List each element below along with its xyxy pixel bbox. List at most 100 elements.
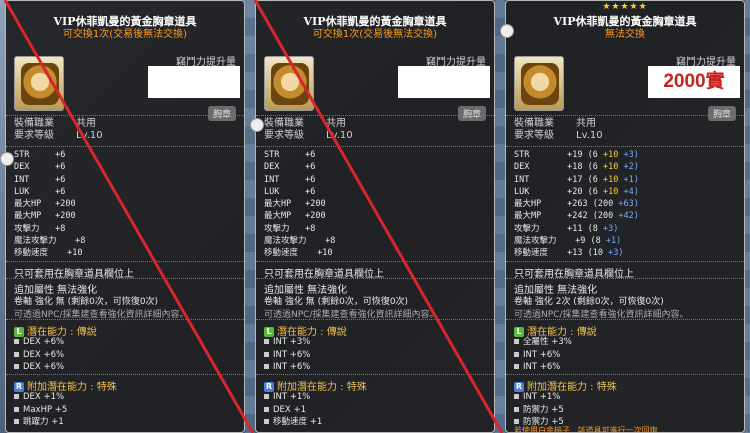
divider bbox=[256, 374, 494, 375]
bonus-potential-lines: INT +1% 防禦力 +5 防禦力 +5 bbox=[514, 391, 564, 429]
medal-icon bbox=[521, 63, 559, 105]
stat-row: 魔法攻擊力 +9 (8 +1) bbox=[514, 236, 622, 247]
divider bbox=[506, 319, 744, 320]
hand-cursor-icon bbox=[0, 152, 14, 166]
bullet-icon bbox=[514, 364, 519, 369]
bullet-icon bbox=[514, 419, 519, 424]
price-box bbox=[398, 66, 490, 98]
stat-row: 最大HP +263 (200 +63) bbox=[514, 199, 639, 210]
bullet-icon bbox=[264, 351, 269, 357]
footer-note: 若使用白金槌子...該道具可進行一次回復 bbox=[514, 426, 658, 433]
background-strip bbox=[245, 0, 255, 433]
scroll-info: 卷軸 強化 2次 (剩餘0次，可恢復0次) bbox=[514, 297, 664, 307]
requirements: 裝備職業 共用 要求等級 Lv.10 bbox=[14, 118, 103, 142]
trade-status: 可交換1次(交易後無法交換) bbox=[62, 29, 188, 40]
slot-badge: 胸章 bbox=[207, 106, 236, 121]
slot-badge: 胸章 bbox=[707, 106, 736, 121]
stat-row: 魔法攻擊力 +8 bbox=[14, 236, 86, 247]
potential-lines: INT +3% INT +6% INT +6% bbox=[264, 336, 310, 374]
stat-row: STR +6 bbox=[14, 150, 66, 160]
scroll-info: 卷軸 強化 無 (剩餘0次，可恢復0次) bbox=[264, 297, 409, 307]
star-rating: ★★★★★ bbox=[602, 2, 648, 12]
item-title: VIP休菲凱曼的黃金胸章道具 bbox=[53, 15, 197, 28]
req-level-value: Lv.10 bbox=[576, 130, 603, 141]
bonus-potential-lines: INT +1% DEX +1 移動速度 +1 bbox=[264, 391, 322, 429]
stat-row: 攻擊力 +11 (8 +3) bbox=[514, 223, 619, 234]
stat-row: 最大MP +200 bbox=[14, 211, 76, 222]
bullet-icon bbox=[514, 351, 519, 357]
divider bbox=[256, 319, 494, 320]
req-level-label: 要求等級 bbox=[14, 130, 54, 141]
bullet-icon bbox=[14, 351, 19, 357]
stat-row: DEX +18 (6 +10 +2) bbox=[514, 162, 639, 173]
stat-row: DEX +6 bbox=[264, 162, 316, 173]
slot-badge: 胸章 bbox=[457, 106, 486, 121]
req-job-label: 裝備職業 bbox=[264, 118, 304, 129]
requirements: 裝備職業 共用 要求等級 Lv.10 bbox=[264, 118, 353, 142]
medal-icon bbox=[21, 63, 59, 105]
stat-row: STR +19 (6 +10 +3) bbox=[514, 150, 639, 160]
bullet-icon bbox=[264, 406, 269, 412]
item-title: VIP休菲凱曼的黃金胸章道具 bbox=[553, 15, 697, 28]
stat-row: LUK +6 bbox=[264, 186, 316, 197]
item-icon bbox=[264, 56, 314, 111]
stat-row: 移動速度 +10 bbox=[264, 248, 333, 259]
stat-row: LUK +20 (6 +10 +4) bbox=[514, 186, 639, 197]
item-tooltip-1: VIP休菲凱曼的黃金胸章道具 可交換1次(交易後無法交換) 竊鬥力提升量 胸章 … bbox=[5, 0, 245, 433]
req-level-label: 要求等級 bbox=[514, 130, 554, 141]
bullet-icon bbox=[514, 406, 519, 412]
star-rating bbox=[256, 1, 494, 13]
bullet-icon bbox=[14, 394, 19, 399]
stat-row: INT +17 (6 +10 +1) bbox=[514, 174, 639, 185]
trade-status: 無法交換 bbox=[605, 29, 645, 40]
divider bbox=[506, 374, 744, 375]
background-strip bbox=[745, 0, 750, 433]
stat-row: 移動速度 +13 (10 +3) bbox=[514, 248, 624, 259]
divider bbox=[506, 278, 744, 279]
hand-cursor-icon bbox=[250, 118, 264, 132]
item-tooltip-2: VIP休菲凱曼的黃金胸章道具 可交換1次(交易後無法交換) 竊鬥力提升量 胸章 … bbox=[255, 0, 495, 433]
stat-row: 最大MP +200 bbox=[264, 211, 326, 222]
req-job-value: 共用 bbox=[326, 118, 346, 129]
stat-row: STR +6 bbox=[264, 150, 316, 160]
req-level-value: Lv.10 bbox=[326, 130, 353, 141]
bullet-icon bbox=[514, 394, 519, 399]
star-rating bbox=[6, 1, 244, 13]
bullet-icon bbox=[14, 339, 19, 344]
divider bbox=[6, 261, 244, 262]
stat-row: 最大HP +200 bbox=[264, 199, 326, 210]
bonus-potential-lines: DEX +1% MaxHP +5 跳躍力 +1 bbox=[14, 391, 67, 429]
potential-lines: 全屬性 +3% INT +6% INT +6% bbox=[514, 336, 572, 374]
divider bbox=[256, 278, 494, 279]
scroll-info: 卷軸 強化 無 (剩餘0次，可恢復0次) bbox=[14, 297, 159, 307]
stat-row: 攻擊力 +8 bbox=[14, 223, 66, 234]
divider bbox=[6, 146, 244, 147]
item-title: VIP休菲凱曼的黃金胸章道具 bbox=[303, 15, 447, 28]
req-job-label: 裝備職業 bbox=[14, 118, 54, 129]
divider bbox=[256, 115, 494, 116]
req-job-label: 裝備職業 bbox=[514, 118, 554, 129]
price-label: 2000實 bbox=[648, 66, 740, 98]
bullet-icon bbox=[14, 364, 19, 369]
stat-row: INT +6 bbox=[14, 174, 66, 185]
bullet-icon bbox=[264, 419, 269, 424]
bullet-icon bbox=[14, 406, 19, 412]
stat-row: INT +6 bbox=[264, 174, 316, 185]
bullet-icon bbox=[264, 364, 269, 369]
stat-row: 攻擊力 +8 bbox=[264, 223, 316, 234]
stat-row: LUK +6 bbox=[14, 186, 66, 197]
item-tooltip-3: ★★★★★ VIP休菲凱曼的黃金胸章道具 無法交換 竊鬥力提升量 2000實 胸… bbox=[505, 0, 745, 433]
trade-status: 可交換1次(交易後無法交換) bbox=[312, 29, 438, 40]
background-strip bbox=[495, 0, 505, 433]
divider bbox=[506, 115, 744, 116]
divider bbox=[6, 374, 244, 375]
bullet-icon bbox=[14, 419, 19, 424]
price-box bbox=[148, 66, 240, 98]
hand-cursor-icon bbox=[500, 24, 514, 38]
potential-lines: DEX +6% DEX +6% DEX +6% bbox=[14, 336, 64, 374]
divider bbox=[506, 261, 744, 262]
requirements: 裝備職業 共用 要求等級 Lv.10 bbox=[514, 118, 603, 142]
req-level-label: 要求等級 bbox=[264, 130, 304, 141]
stat-row: 移動速度 +10 bbox=[14, 248, 83, 259]
req-job-value: 共用 bbox=[576, 118, 596, 129]
